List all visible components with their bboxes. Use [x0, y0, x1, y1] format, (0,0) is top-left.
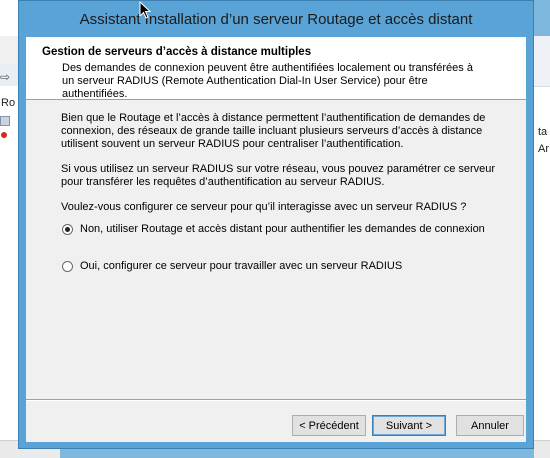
wizard-header: Gestion de serveurs d’accès à distance m… [26, 37, 526, 100]
option-no-radius[interactable]: Non, utiliser Routage et accès distant p… [62, 222, 485, 236]
next-button[interactable]: Suivant > [372, 415, 446, 436]
cancel-button[interactable]: Annuler [456, 415, 524, 436]
background-status-icon [1, 132, 7, 138]
dialog-client-area: Gestion de serveurs d’accès à distance m… [26, 37, 526, 442]
radius-paragraph: Si vous utilisez un serveur RADIUS sur v… [61, 163, 496, 188]
mouse-cursor-icon [139, 1, 151, 19]
background-toolbar-left [0, 36, 18, 64]
option-use-radius[interactable]: Oui, configurer ce serveur pour travaill… [62, 259, 402, 273]
question-label: Voulez-vous configurer ce serveur pour q… [61, 201, 467, 213]
back-button[interactable]: < Précédent [292, 415, 366, 436]
radio-button-selected[interactable] [62, 223, 73, 235]
footer-separator [26, 399, 526, 401]
background-text-right: ta [538, 126, 548, 138]
background-statusbar-right [534, 440, 550, 458]
background-toolbar-right [534, 36, 550, 87]
background-nav-arrow-icon: ⇨ [0, 70, 11, 84]
option-label: Oui, configurer ce serveur pour travaill… [80, 260, 403, 272]
wizard-dialog: Assistant Installation d’un serveur Rout… [18, 0, 534, 449]
page-title: Gestion de serveurs d’accès à distance m… [42, 46, 312, 58]
option-label: Non, utiliser Routage et accès distant p… [80, 223, 485, 235]
page-description: Des demandes de connexion peuvent être a… [62, 62, 473, 100]
background-text-right: Ar [538, 143, 549, 155]
dialog-titlebar[interactable]: Assistant Installation d’un serveur Rout… [19, 1, 533, 37]
intro-paragraph: Bien que le Routage et l’accès à distanc… [61, 112, 486, 150]
radio-button[interactable] [62, 260, 73, 272]
background-window-right [534, 36, 550, 457]
background-tree-icon [0, 116, 10, 126]
background-text-left: Ro [1, 97, 16, 109]
